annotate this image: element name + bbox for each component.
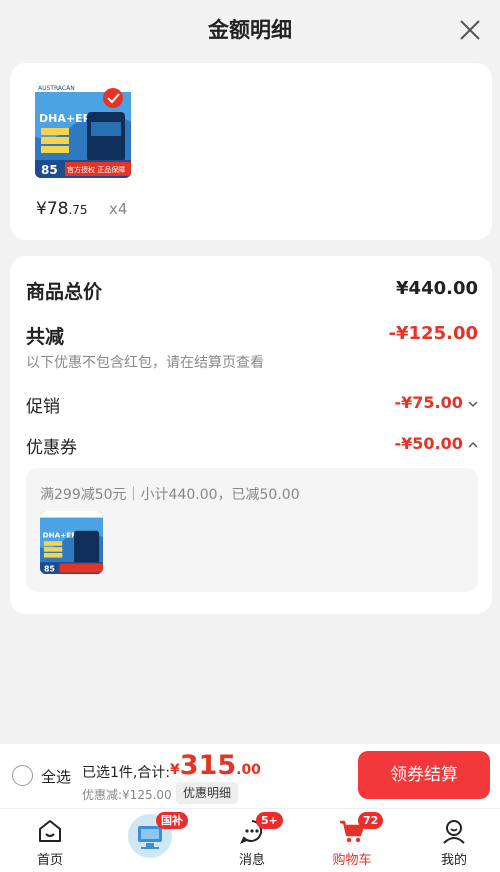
tab-home[interactable]: 首页 [10,809,90,872]
product-brand: AUSTRACAN [38,85,75,92]
price-currency: ¥ [36,199,47,219]
coupon-product-badge: 85 [44,564,55,573]
product-badge: 85 [41,163,58,177]
tab-cart-badge: 72 [358,812,384,829]
discount-detail-button[interactable]: 优惠明细 [176,782,239,804]
total-dec: .00 [236,762,261,778]
selected-count: 已选1件,合计: [82,765,171,781]
chevron-up-icon [468,442,478,448]
product-card: AUSTRACAN DHA+EPA 85 官方授权 正品保障 ¥78.75 x4 [10,63,492,240]
summary-card: 商品总价 ¥440.00 共减 -¥125.00 以下优惠不包含红包，请在结算页… [10,256,492,614]
tab-subsidy-badge: 国补 [156,812,188,829]
checkout-bar: 全选 已选1件,合计: ¥315.00 优惠减:¥125.00 优惠明细 领券结… [0,744,500,808]
promo-value: -¥75.00 [394,393,463,412]
promo-label: 促销 [26,397,60,417]
chevron-down-icon [468,401,478,407]
coupon-detail: 满299减50元｜小计440.00，已减50.00 [40,487,300,503]
coupon-row-toggle[interactable]: -¥50.00 [395,434,478,453]
unit-price: ¥78.75 [36,199,88,219]
tab-messages-label: 消息 [238,853,265,868]
tab-cart[interactable]: 72 购物车 [312,809,392,872]
tab-home-label: 首页 [36,853,63,868]
home-icon [39,820,61,842]
price-int: 78 [46,199,69,219]
total-int: 315 [179,750,237,781]
discount-note: 以下优惠不包含红包，请在结算页查看 [26,355,264,371]
quantity: x4 [109,200,128,218]
tab-profile[interactable]: 我的 [414,809,494,872]
total-price: ¥315.00 [170,750,261,781]
header: 金额明细 [0,0,500,62]
tab-national-subsidy[interactable]: 国补 [110,809,190,872]
price-dec: .75 [68,203,88,217]
total-value: ¥440.00 [396,278,478,299]
discount-summary: 优惠减:¥125.00 [82,788,172,802]
coupon-product-image: DHA+EPA 85 [40,511,103,574]
coupon-label: 优惠券 [26,438,77,458]
select-all-radio[interactable] [12,765,33,786]
tab-profile-label: 我的 [440,853,467,868]
tab-messages[interactable]: 5+ 消息 [212,809,292,872]
tab-cart-label: 购物车 [332,853,372,868]
discount-label: 共减 [26,326,65,348]
product-footer: 官方授权 正品保障 [67,165,125,174]
profile-icon [443,820,465,844]
product-image[interactable]: AUSTRACAN DHA+EPA 85 官方授权 正品保障 [35,82,131,178]
checkout-button[interactable]: 领券结算 [358,751,490,799]
coupon-value: -¥50.00 [394,434,463,453]
discount-value: -¥125.00 [388,323,478,344]
tab-bar: 首页 国补 5+ 消息 72 购物车 我的 [0,808,500,872]
total-currency: ¥ [170,762,180,778]
promo-row-toggle[interactable]: -¥75.00 [395,393,478,412]
page-title: 金额明细 [208,18,292,42]
total-label: 商品总价 [26,281,103,303]
close-icon[interactable] [458,18,482,42]
tab-messages-badge: 5+ [256,812,283,829]
select-all-label[interactable]: 全选 [41,766,71,787]
